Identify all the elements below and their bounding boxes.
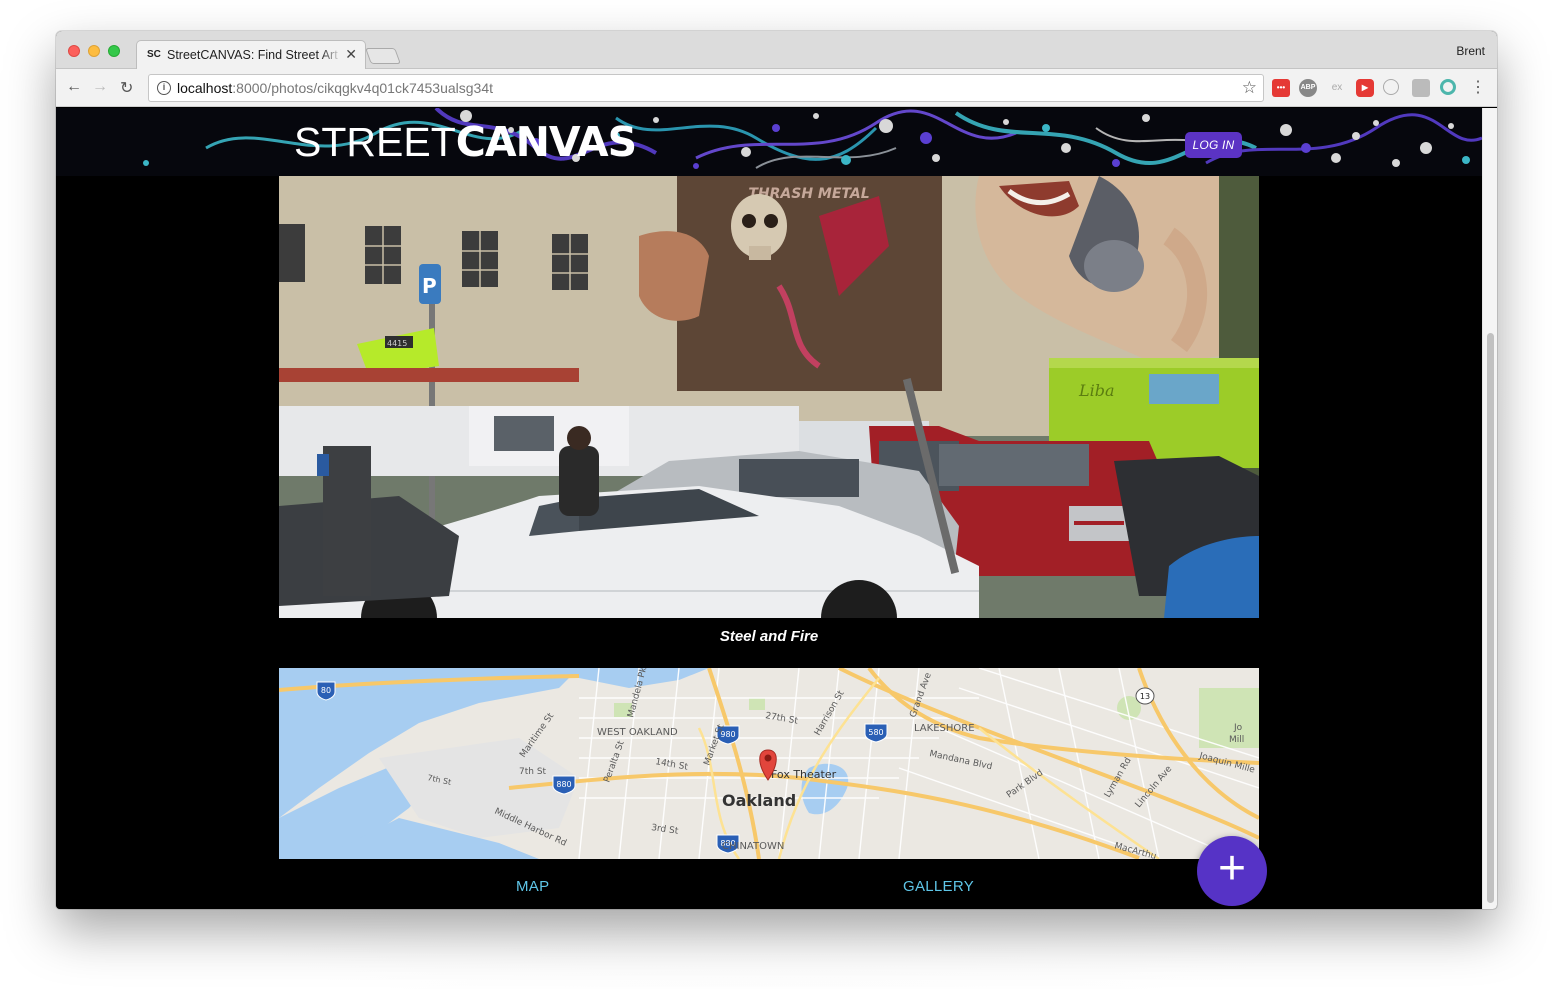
ca-13-shield-icon: 13 xyxy=(1135,687,1155,705)
map-label-7th-st: 7th St xyxy=(519,767,547,777)
map-nav-link[interactable]: MAP xyxy=(516,878,549,895)
paint-splatter-background xyxy=(143,108,1482,169)
login-button[interactable]: LOG IN xyxy=(1185,132,1242,158)
photo-caption: Steel and Fire xyxy=(719,628,819,645)
map-label-oakland: Oakland xyxy=(722,791,796,810)
svg-text:Liba: Liba xyxy=(1078,381,1115,400)
map-label-mill: Mill xyxy=(1229,735,1244,745)
youtube-extension-icon[interactable]: ▶ xyxy=(1356,79,1374,97)
browser-menu-icon[interactable]: ⋮ xyxy=(1470,77,1486,97)
tab-active[interactable]: SC StreetCANVAS: Find Street Art ✕ xyxy=(136,40,366,70)
site-logo[interactable]: STREETCANVAS xyxy=(294,118,637,166)
tab-close-icon[interactable]: ✕ xyxy=(345,46,357,63)
shield-80: 80 xyxy=(321,686,331,695)
adblock-extension-icon[interactable]: ABP xyxy=(1299,79,1317,97)
tab-strip: SC StreetCANVAS: Find Street Art ✕ Brent xyxy=(56,31,1497,70)
back-arrow-icon[interactable]: ← xyxy=(66,78,82,96)
ring-extension-icon[interactable] xyxy=(1440,79,1456,95)
interstate-80-shield-icon: 80 xyxy=(316,681,336,701)
shield-580: 580 xyxy=(868,728,883,737)
minimize-window-button[interactable] xyxy=(88,45,100,57)
circle-extension-icon[interactable] xyxy=(1383,79,1399,95)
gallery-nav-link[interactable]: GALLERY xyxy=(903,878,974,895)
site-header: STREETCANVAS LOG IN xyxy=(56,108,1482,176)
shield-13: 13 xyxy=(1140,692,1150,701)
ex-extension-icon[interactable]: ex xyxy=(1328,79,1346,97)
location-map[interactable]: 80 880 880 980 580 13 WEST OAKLAND LAKES… xyxy=(279,668,1259,859)
lastpass-extension-icon[interactable]: ••• xyxy=(1272,79,1290,97)
street-art-photo: THRASH METAL Liba P 4415 xyxy=(279,176,1259,618)
map-label-jo: Jo xyxy=(1233,723,1243,733)
map-label-west-oakland: WEST OAKLAND xyxy=(597,727,678,738)
zoom-window-button[interactable] xyxy=(108,45,120,57)
page-scrollbar[interactable] xyxy=(1482,108,1497,909)
url-text[interactable]: localhost:8000/photos/cikqgkv4q01ck7453u… xyxy=(177,80,493,96)
map-label-lakeshore: LAKESHORE xyxy=(914,723,975,734)
scrollbar-thumb[interactable] xyxy=(1487,333,1494,903)
favicon-icon: SC xyxy=(147,49,161,60)
interstate-880-shield-icon: 880 xyxy=(552,775,576,795)
photo-illustration: THRASH METAL Liba P 4415 xyxy=(279,176,1259,618)
svg-text:P: P xyxy=(422,274,437,298)
address-bar[interactable]: i localhost:8000/photos/cikqgkv4q01ck745… xyxy=(148,74,1264,102)
sign-number: 4415 xyxy=(387,339,407,348)
tab-title: StreetCANVAS: Find Street Art xyxy=(167,48,342,64)
interstate-580-shield-icon: 580 xyxy=(864,723,888,743)
close-window-button[interactable] xyxy=(68,45,80,57)
browser-window: SC StreetCANVAS: Find Street Art ✕ Brent… xyxy=(56,31,1497,909)
info-icon[interactable]: i xyxy=(157,81,171,95)
map-label-fox-theater: Fox Theater xyxy=(771,768,837,781)
grid-extension-icon[interactable] xyxy=(1412,79,1430,97)
new-tab-button[interactable] xyxy=(365,48,401,64)
profile-name[interactable]: Brent xyxy=(1456,44,1485,58)
map-canvas: 80 880 880 980 580 13 WEST OAKLAND LAKES… xyxy=(279,668,1259,859)
shield-880a: 880 xyxy=(556,780,571,789)
forward-arrow-icon[interactable]: → xyxy=(92,78,108,96)
reload-icon[interactable]: ↻ xyxy=(120,78,133,98)
browser-toolbar: ← → ↻ i localhost:8000/photos/cikqgkv4q0… xyxy=(56,69,1497,107)
map-label-chinatown: CHINATOWN xyxy=(722,841,784,852)
bookmark-star-icon[interactable]: ☆ xyxy=(1242,78,1257,98)
add-photo-button[interactable]: + xyxy=(1197,836,1267,906)
page-viewport: STREETCANVAS LOG IN THRASH METAL Liba P … xyxy=(56,108,1482,909)
